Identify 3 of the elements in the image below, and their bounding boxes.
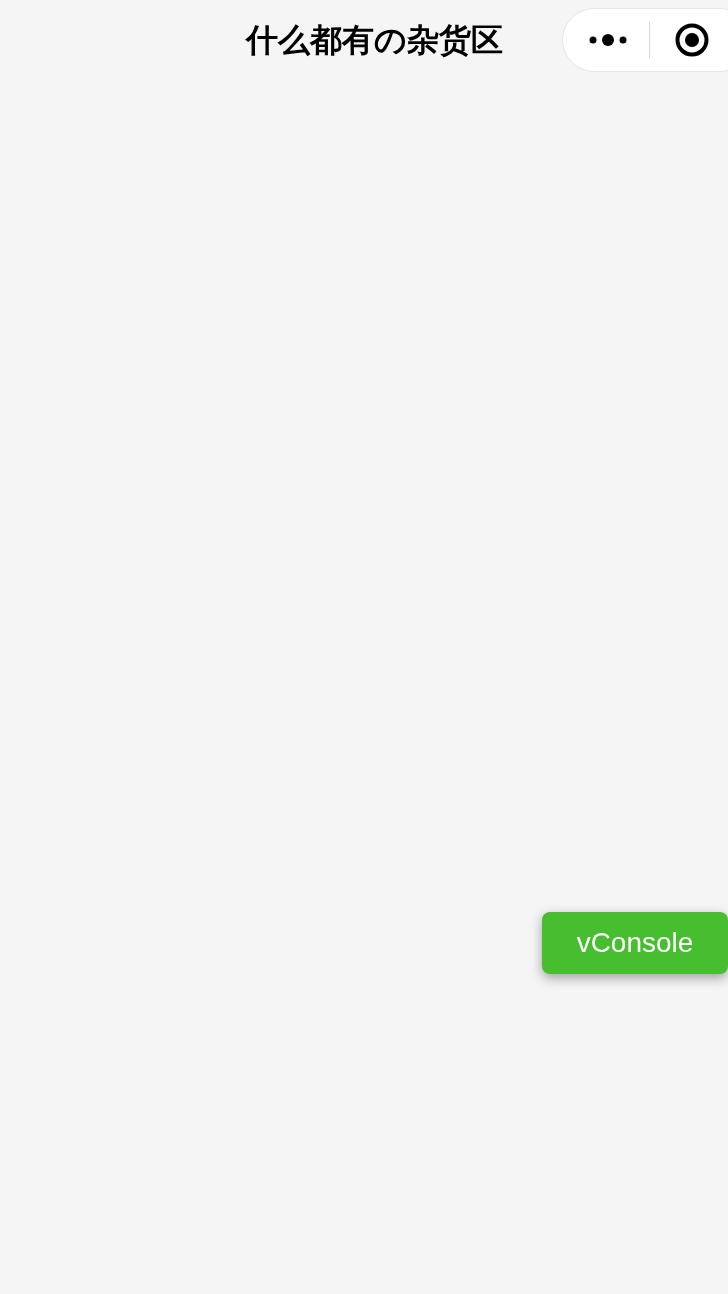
more-icon[interactable] — [589, 33, 627, 47]
page-title: 什么都有の杂货区 — [245, 20, 503, 61]
vconsole-button[interactable]: vConsole — [542, 912, 728, 974]
